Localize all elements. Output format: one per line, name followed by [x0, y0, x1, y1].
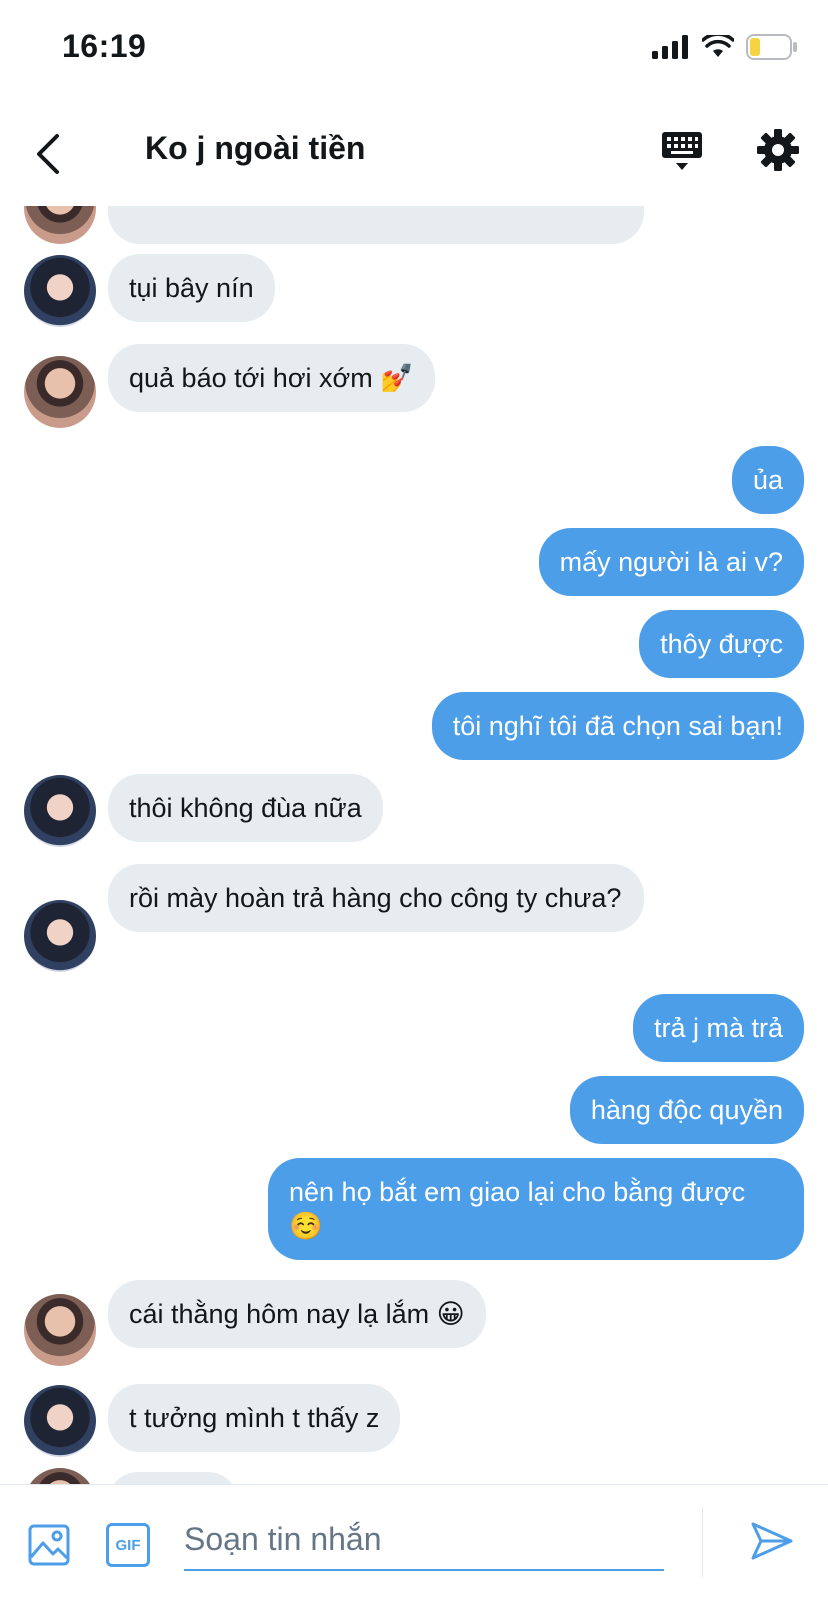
attach-image-button[interactable]: [27, 1523, 71, 1567]
message-bubble: hàng độc quyền: [569, 1076, 804, 1144]
message-bubble-partial: [108, 206, 644, 244]
keyboard-icon: [662, 132, 702, 170]
message-bubble: ủa: [731, 446, 804, 514]
message-bubble-partial: [108, 1472, 238, 1484]
avatar[interactable]: [24, 356, 96, 428]
composer-divider: [702, 1507, 703, 1577]
back-button[interactable]: [24, 130, 72, 178]
message-bubble: t tưởng mình t thấy z: [108, 1384, 401, 1452]
status-time: 16:19: [62, 28, 147, 64]
gif-button[interactable]: GIF: [106, 1523, 150, 1567]
message-thread[interactable]: tụi bây nín quả báo tới hơi xớm 💅 ủa mấy…: [0, 206, 828, 1484]
avatar[interactable]: [24, 206, 96, 244]
settings-button[interactable]: [756, 128, 804, 176]
message-bubble: tôi nghĩ tôi đã chọn sai bạn!: [431, 692, 804, 760]
message-bubble: mấy người là ai v?: [538, 528, 804, 596]
status-bar: 16:19: [0, 0, 828, 100]
image-icon: [28, 1524, 70, 1566]
conversation-header: Ko j ngoài tiền: [0, 100, 828, 206]
avatar[interactable]: [24, 775, 96, 847]
battery-icon: [746, 34, 797, 60]
chevron-left-icon: [37, 134, 59, 174]
message-bubble: quả báo tới hơi xớm 💅: [108, 344, 435, 412]
gear-icon: [757, 129, 799, 171]
status-icons: [652, 34, 798, 60]
message-input[interactable]: [184, 1509, 664, 1571]
message-bubble: rồi mày hoàn trả hàng cho công ty chưa?: [108, 864, 644, 932]
avatar[interactable]: [24, 1385, 96, 1457]
conversation-title: Ko j ngoài tiền: [145, 130, 366, 166]
wifi-icon: [702, 35, 734, 57]
avatar[interactable]: [24, 900, 96, 972]
message-bubble: thôi không đùa nữa: [108, 774, 383, 842]
avatar[interactable]: [24, 1294, 96, 1366]
message-composer: GIF: [0, 1484, 828, 1612]
send-icon: [751, 1522, 793, 1560]
message-bubble: thôy được: [639, 610, 804, 678]
message-bubble: nên họ bắt em giao lại cho bằng được ☺️: [268, 1158, 804, 1260]
message-bubble: trả j mà trả: [632, 994, 804, 1062]
send-button[interactable]: [750, 1519, 798, 1567]
message-bubble: cái thằng hôm nay lạ lắm 😀: [108, 1280, 486, 1348]
keyboard-button[interactable]: [660, 130, 708, 178]
message-bubble: tụi bây nín: [108, 254, 275, 322]
cellular-signal-icon: [652, 35, 688, 59]
avatar[interactable]: [24, 1468, 96, 1484]
avatar[interactable]: [24, 255, 96, 327]
